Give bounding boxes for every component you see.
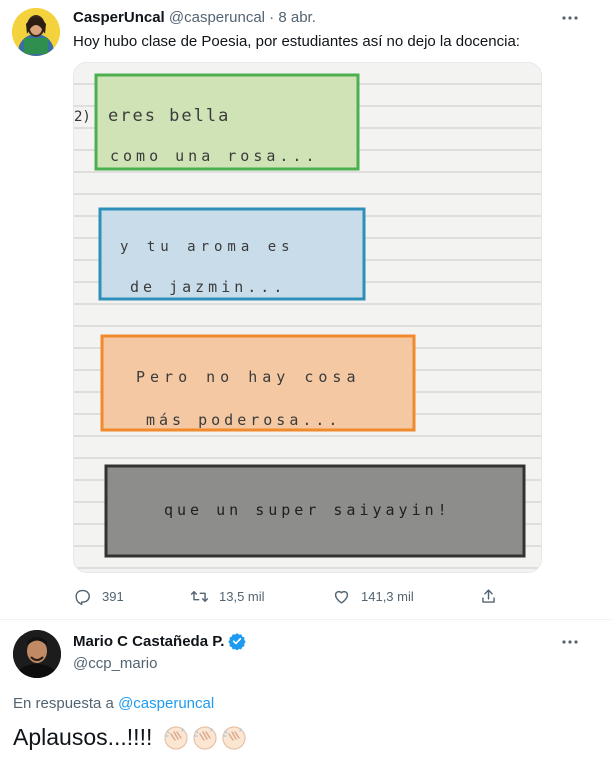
clapping-hands-icon	[164, 725, 188, 750]
reply-tweet[interactable]: Mario C Castañeda P. @ccp_mario En respu…	[0, 620, 611, 760]
reply-icon	[75, 589, 90, 605]
tweet-actions: 391 13,5 mil 141,3 mil	[73, 584, 503, 608]
tweet-image[interactable]: 2) eres bella como una rosa... y tu arom…	[73, 62, 542, 573]
avatar[interactable]	[13, 630, 61, 678]
tweet-date[interactable]: 8 abr.	[278, 9, 316, 26]
separator-dot: ·	[269, 9, 275, 26]
like-count: 141,3 mil	[361, 588, 414, 604]
author-handle[interactable]: @casperuncal	[169, 9, 265, 26]
author-name-text: Mario C Castañeda P.	[73, 632, 225, 650]
reply-count: 391	[102, 588, 124, 604]
reply-text-content: Aplausos...!!!!	[13, 724, 153, 750]
retweet-button[interactable]: 13,5 mil	[190, 584, 265, 608]
share-button[interactable]	[479, 584, 508, 608]
tweet-header: CasperUncal @casperuncal · 8 abr.	[73, 9, 316, 26]
retweet-icon	[190, 590, 209, 602]
clapping-hands-icon	[222, 725, 246, 750]
reply-button[interactable]: 391	[73, 584, 124, 608]
tweet-text: Hoy hubo clase de Poesia, por estudiante…	[73, 33, 520, 50]
tweet[interactable]: CasperUncal @casperuncal · 8 abr. Hoy hu…	[0, 0, 611, 620]
clapping-hands-icon	[193, 725, 217, 750]
like-icon	[334, 590, 349, 604]
reply-prefix: En respuesta a	[13, 695, 114, 712]
reply-context: En respuesta a @casperuncal	[13, 695, 214, 712]
author-name[interactable]: CasperUncal	[73, 9, 165, 26]
notebook-line: como una rosa...	[110, 147, 319, 165]
reply-text: Aplausos...!!!!	[13, 724, 247, 751]
notebook-photo: 2) eres bella como una rosa... y tu arom…	[74, 63, 541, 572]
like-button[interactable]: 141,3 mil	[332, 584, 414, 608]
verified-badge-icon	[228, 633, 247, 650]
more-icon[interactable]	[560, 632, 580, 652]
retweet-count: 13,5 mil	[219, 588, 265, 604]
svg-text:2): 2)	[74, 109, 91, 125]
more-icon[interactable]	[560, 8, 580, 28]
notebook-line: que un super saiyayin!	[164, 501, 451, 519]
author-name[interactable]: Mario C Castañeda P.	[73, 632, 247, 650]
author-handle[interactable]: @ccp_mario	[73, 655, 157, 672]
share-icon	[482, 588, 495, 603]
notebook-line: y tu aroma es	[120, 239, 295, 255]
notebook-line: más poderosa...	[146, 411, 341, 429]
avatar[interactable]	[12, 8, 60, 56]
notebook-line: Pero no hay cosa	[136, 368, 361, 386]
reply-to-link[interactable]: @casperuncal	[118, 695, 214, 712]
notebook-line: de jazmin...	[130, 278, 286, 296]
notebook-line: eres bella	[108, 106, 230, 126]
